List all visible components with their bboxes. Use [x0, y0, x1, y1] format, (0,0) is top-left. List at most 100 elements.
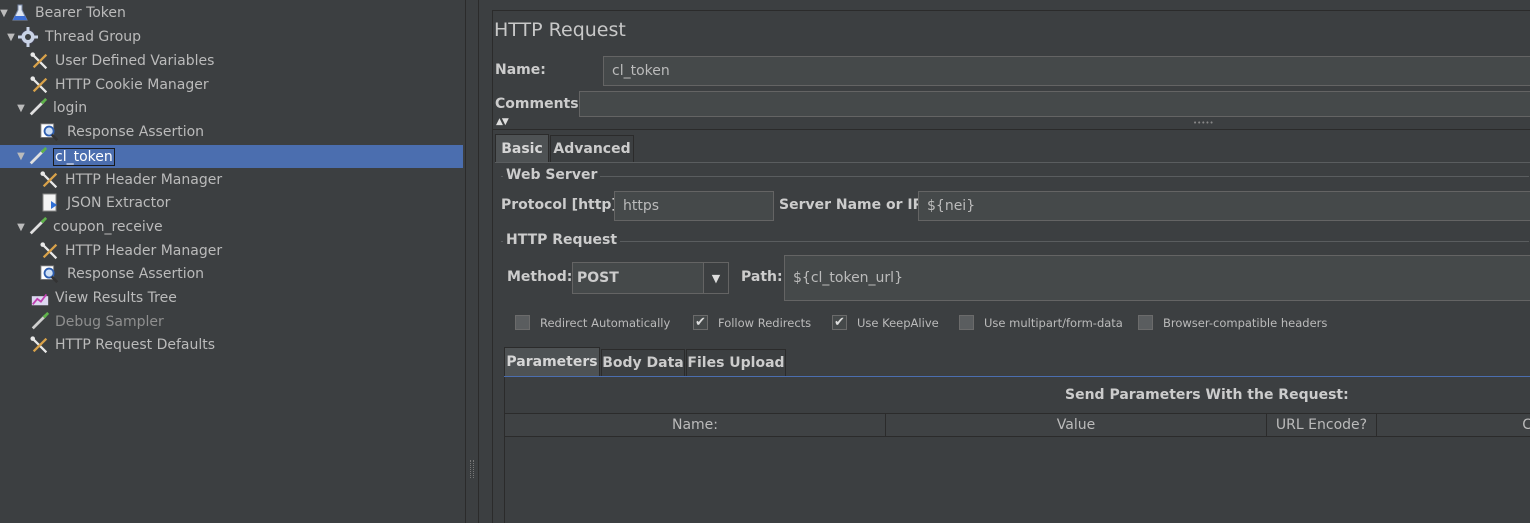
parameters-table-area: Send Parameters With the Request: Name: …	[504, 377, 1530, 523]
tree-item-response-assertion[interactable]: Response Assertion	[0, 120, 463, 144]
comments-field[interactable]	[579, 91, 1530, 117]
tab-parameters[interactable]: Parameters	[504, 347, 600, 376]
column-header-name[interactable]: Name:	[505, 414, 886, 436]
tree-item-label: Debug Sampler	[55, 314, 164, 330]
magnifier-icon	[40, 264, 60, 284]
wrench-icon	[30, 51, 50, 71]
expand-arrow-icon[interactable]: ▼	[14, 222, 28, 233]
panel-frame: HTTP Request Name: cl_token Comments: ▲▼…	[492, 10, 1530, 523]
magnifier-icon	[40, 122, 60, 142]
wrench-icon	[30, 335, 50, 355]
tab-files-upload[interactable]: Files Upload	[686, 349, 786, 376]
expand-arrow-icon[interactable]: ▼	[14, 151, 28, 162]
tree-item-label: HTTP Request Defaults	[55, 337, 216, 353]
tree-item-user-defined-variables[interactable]: User Defined Variables	[0, 49, 463, 73]
expand-arrow-icon[interactable]: ▼	[14, 103, 28, 114]
wrench-icon	[30, 75, 50, 95]
tree-item-label: Bearer Token	[35, 5, 126, 21]
expand-arrow-icon[interactable]: ▼	[4, 32, 18, 43]
tree-item-json-extractor[interactable]: JSON Extractor	[0, 191, 463, 215]
follow-redirects-checkbox[interactable]: ✔ Follow Redirects	[693, 315, 811, 330]
http-request-panel: HTTP Request Name: cl_token Comments: ▲▼…	[480, 0, 1530, 523]
resize-grip-icon[interactable]: •••••	[1193, 119, 1214, 127]
tree-item-http-header-manager-2[interactable]: HTTP Header Manager	[0, 239, 463, 263]
tree-item-label: coupon_receive	[53, 219, 163, 235]
method-select[interactable]: POST ▼	[572, 262, 729, 294]
tree-item-label: JSON Extractor	[67, 195, 171, 211]
use-keepalive-checkbox[interactable]: ✔ Use KeepAlive	[832, 315, 939, 330]
tab-body-data[interactable]: Body Data	[601, 349, 685, 376]
redirect-automatically-checkbox[interactable]: Redirect Automatically	[515, 315, 670, 330]
column-header-url-encode[interactable]: URL Encode?	[1267, 414, 1377, 436]
http-request-group-title: HTTP Request	[503, 232, 621, 248]
tree-item-http-header-manager[interactable]: HTTP Header Manager	[0, 168, 463, 192]
checkbox-label: Use multipart/form-data	[984, 315, 1123, 330]
checkbox-label: Browser-compatible headers	[1163, 315, 1328, 330]
document-icon	[40, 193, 60, 213]
protocol-label: Protocol [http]:	[501, 197, 624, 213]
gear-icon	[18, 27, 38, 47]
column-header-value[interactable]: Value	[886, 414, 1267, 436]
tree-item-label: HTTP Header Manager	[65, 172, 223, 188]
tree-item-coupon-receive[interactable]: ▼ coupon_receive	[0, 215, 463, 239]
test-plan-tree[interactable]: ▼ Bearer Token ▼ Thread Group User Defin…	[0, 0, 465, 523]
dropdown-arrow-icon[interactable]: ▼	[703, 263, 728, 293]
divider-grip-icon[interactable]	[470, 460, 474, 478]
checkbox-label: Redirect Automatically	[540, 315, 671, 330]
tree-item-label: cl_token	[53, 147, 115, 166]
pipette-icon	[28, 146, 48, 167]
server-name-field[interactable]: ${nei}	[918, 191, 1530, 221]
tree-item-thread-group[interactable]: ▼ Thread Group	[0, 25, 463, 49]
browser-compatible-headers-checkbox[interactable]: Browser-compatible headers	[1138, 315, 1327, 330]
path-label: Path:	[741, 269, 783, 285]
tree-item-cl-token[interactable]: ▼ cl_token	[0, 145, 463, 168]
tree-item-label: Response Assertion	[67, 266, 205, 282]
tree-item-label: User Defined Variables	[55, 53, 215, 69]
expand-arrow-icon[interactable]: ▼	[0, 8, 8, 19]
wrench-icon	[40, 170, 60, 190]
tree-item-label: View Results Tree	[55, 290, 177, 306]
server-name-label: Server Name or IP:	[779, 197, 929, 213]
tree-item-http-request-defaults[interactable]: HTTP Request Defaults	[0, 333, 463, 357]
table-header: Name: Value URL Encode? C	[505, 413, 1530, 437]
tree-item-debug-sampler[interactable]: Debug Sampler	[0, 310, 463, 334]
wrench-icon	[40, 241, 60, 261]
pipette-icon	[28, 98, 48, 118]
collapse-arrows-icon[interactable]: ▲▼	[496, 117, 509, 127]
checkbox-unchecked-icon[interactable]	[959, 315, 974, 330]
name-field[interactable]: cl_token	[603, 56, 1530, 86]
column-header-content-type[interactable]: C	[1377, 414, 1530, 436]
pipette-icon	[28, 217, 48, 237]
checkmark-icon[interactable]: ✔	[832, 315, 847, 330]
split-pane-divider[interactable]	[465, 0, 479, 523]
method-value: POST	[577, 270, 619, 286]
pipette-icon	[30, 312, 50, 332]
web-server-group-title: Web Server	[503, 167, 601, 183]
use-multipart-checkbox[interactable]: Use multipart/form-data	[959, 315, 1123, 330]
checkmark-icon[interactable]: ✔	[693, 315, 708, 330]
tree-item-label: login	[53, 100, 88, 116]
comments-label: Comments:	[495, 96, 585, 112]
tree-item-http-cookie-manager[interactable]: HTTP Cookie Manager	[0, 73, 463, 97]
checkbox-unchecked-icon[interactable]	[1138, 315, 1153, 330]
protocol-field[interactable]: https	[614, 191, 774, 221]
tree-item-label: HTTP Header Manager	[65, 243, 223, 259]
tab-advanced[interactable]: Advanced	[550, 135, 634, 162]
tree-item-bearer-token[interactable]: ▼ Bearer Token	[0, 1, 463, 25]
method-label: Method:	[507, 269, 573, 285]
tree-item-label: Thread Group	[45, 29, 142, 45]
tree-item-login[interactable]: ▼ login	[0, 96, 463, 120]
checkbox-label: Follow Redirects	[718, 315, 812, 330]
chart-icon	[30, 288, 50, 308]
tree-item-label: Response Assertion	[67, 124, 205, 140]
name-label: Name:	[495, 62, 546, 78]
tree-item-view-results-tree[interactable]: View Results Tree	[0, 286, 463, 310]
tree-item-response-assertion-2[interactable]: Response Assertion	[0, 262, 463, 286]
tab-basic[interactable]: Basic	[495, 134, 549, 162]
checkbox-label: Use KeepAlive	[857, 315, 939, 330]
path-field[interactable]: ${cl_token_url}	[784, 255, 1530, 301]
flask-icon	[10, 3, 30, 23]
params-title: Send Parameters With the Request:	[1065, 387, 1349, 403]
panel-title: HTTP Request	[494, 19, 626, 41]
checkbox-unchecked-icon[interactable]	[515, 315, 530, 330]
